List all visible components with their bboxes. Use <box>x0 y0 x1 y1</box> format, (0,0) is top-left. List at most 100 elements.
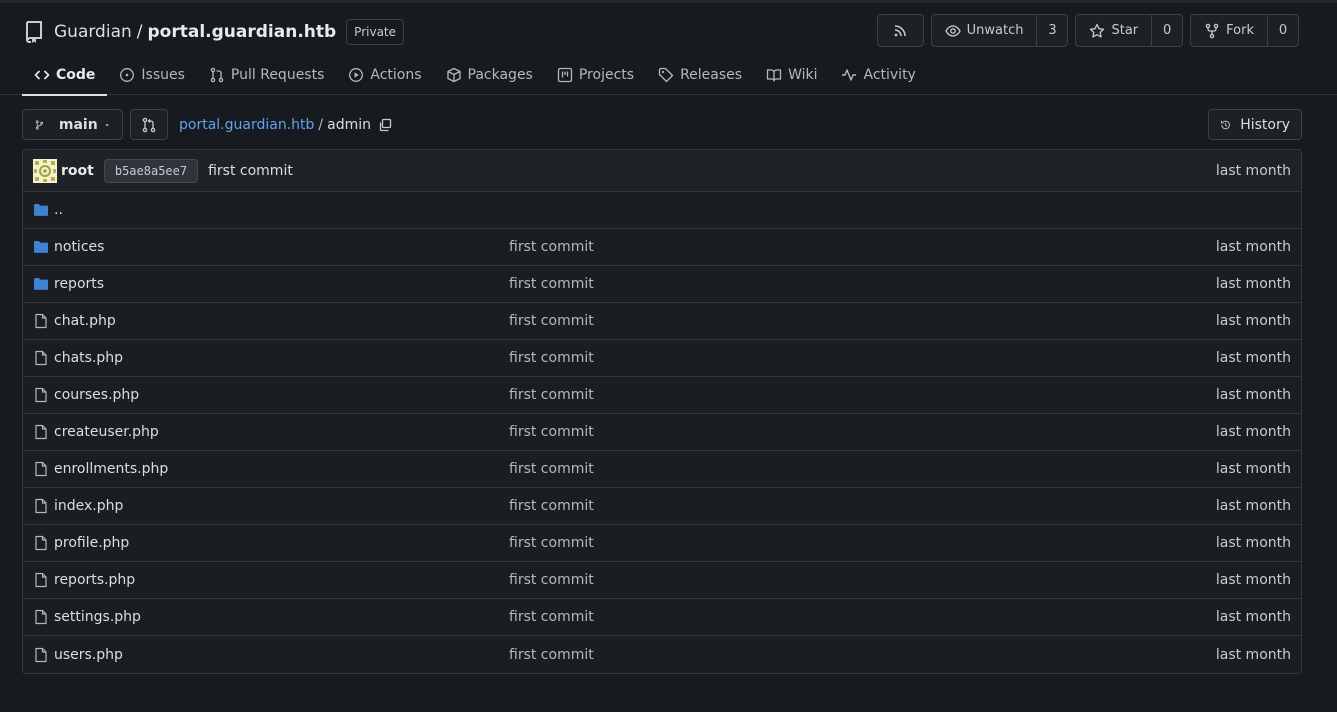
file-icon <box>33 313 49 329</box>
file-link[interactable]: profile.php <box>54 535 129 551</box>
folder-icon <box>33 276 49 292</box>
file-commit-message[interactable]: first commit <box>509 498 594 514</box>
folder-link[interactable]: notices <box>54 239 104 255</box>
project-icon <box>557 67 579 83</box>
tab-label: Code <box>56 67 96 83</box>
file-commit-time: last month <box>1215 424 1291 440</box>
file-commit-message[interactable]: first commit <box>509 535 594 551</box>
tab-actions[interactable]: Actions <box>336 55 433 95</box>
file-commit-message[interactable]: first commit <box>509 609 594 625</box>
avatar[interactable] <box>33 158 57 183</box>
file-commit-time: last month <box>1215 535 1291 551</box>
file-commit-message[interactable]: first commit <box>509 276 594 292</box>
compare-button[interactable] <box>130 109 168 140</box>
branch-name: main <box>58 116 98 133</box>
file-icon <box>33 387 49 403</box>
visibility-badge: Private <box>346 19 405 45</box>
unwatch-button[interactable]: Unwatch <box>932 15 1037 46</box>
file-row: profile.php first commit last month <box>23 525 1301 562</box>
file-commit-time: last month <box>1215 572 1291 588</box>
tab-code[interactable]: Code <box>22 55 108 96</box>
rss-button-inner <box>878 15 923 46</box>
file-link[interactable]: courses.php <box>54 387 139 403</box>
folder-link[interactable]: reports <box>54 276 104 292</box>
star-label: Star <box>1111 23 1139 38</box>
file-link[interactable]: createuser.php <box>54 424 159 440</box>
file-icon <box>33 572 49 588</box>
file-commit-message[interactable]: first commit <box>509 647 594 663</box>
eye-icon <box>944 24 961 37</box>
history-button[interactable]: History <box>1208 109 1302 140</box>
file-link[interactable]: reports.php <box>54 572 135 588</box>
stars-count[interactable]: 0 <box>1151 15 1182 46</box>
file-row: chat.php first commit last month <box>23 303 1301 340</box>
repo-owner-link[interactable]: Guardian <box>54 22 132 42</box>
tag-icon <box>658 67 680 83</box>
tab-issues[interactable]: Issues <box>107 55 197 95</box>
watchers-count[interactable]: 3 <box>1036 15 1067 46</box>
repo-name-link[interactable]: portal.guardian.htb <box>148 22 337 42</box>
fork-button-group: Fork 0 <box>1190 14 1299 47</box>
package-icon <box>446 67 468 83</box>
branch-selector[interactable]: main <box>22 109 123 140</box>
file-icon <box>33 350 49 366</box>
file-commit-message[interactable]: first commit <box>509 424 594 440</box>
tab-pull-requests[interactable]: Pull Requests <box>197 55 336 95</box>
file-link[interactable]: chat.php <box>54 313 116 329</box>
tab-activity[interactable]: Activity <box>829 55 927 95</box>
file-link[interactable]: settings.php <box>54 609 141 625</box>
watch-button-group: Unwatch 3 <box>930 14 1069 47</box>
commit-author[interactable]: root <box>61 163 94 179</box>
file-commit-message[interactable]: first commit <box>509 572 594 588</box>
file-commit-message[interactable]: first commit <box>509 461 594 477</box>
fork-icon <box>1205 23 1219 38</box>
book-icon <box>766 67 788 83</box>
file-icon <box>33 609 49 625</box>
file-row: settings.php first commit last month <box>23 599 1301 636</box>
commit-message[interactable]: first commit <box>208 163 293 179</box>
tab-label: Releases <box>680 67 743 83</box>
file-commit-time: last month <box>1215 239 1291 255</box>
parent-directory-row[interactable]: .. <box>23 192 1301 229</box>
file-link[interactable]: index.php <box>54 498 123 514</box>
file-commit-time: last month <box>1215 498 1291 514</box>
path-bar: main portal.guardian.htb / admin History <box>22 109 1302 140</box>
file-link[interactable]: chats.php <box>54 350 123 366</box>
breadcrumb-repo-link[interactable]: portal.guardian.htb <box>179 117 314 133</box>
file-commit-message[interactable]: first commit <box>509 387 594 403</box>
copy-icon[interactable] <box>378 118 392 132</box>
tab-wiki[interactable]: Wiki <box>754 55 829 95</box>
star-button[interactable]: Star <box>1076 15 1151 46</box>
chevron-down-icon <box>104 123 109 126</box>
file-commit-time: last month <box>1215 276 1291 292</box>
file-icon <box>33 424 49 440</box>
file-commit-message[interactable]: first commit <box>509 239 594 255</box>
pulse-icon <box>841 67 863 83</box>
file-row: enrollments.php first commit last month <box>23 451 1301 488</box>
repo-action-buttons: Unwatch 3 Star 0 Fork 0 <box>876 14 1299 47</box>
tab-label: Wiki <box>788 67 818 83</box>
commit-sha-badge[interactable]: b5ae8a5ee7 <box>103 158 199 183</box>
tab-projects[interactable]: Projects <box>545 55 646 95</box>
rss-feed-button[interactable] <box>876 14 924 47</box>
pull-request-icon <box>142 117 156 132</box>
tab-packages[interactable]: Packages <box>434 55 545 95</box>
tab-releases[interactable]: Releases <box>646 55 754 95</box>
tab-label: Activity <box>863 67 916 83</box>
folder-icon <box>33 239 49 255</box>
file-commit-time: last month <box>1215 461 1291 477</box>
history-icon <box>1220 120 1230 129</box>
file-link[interactable]: users.php <box>54 647 123 663</box>
forks-count[interactable]: 0 <box>1267 15 1298 46</box>
file-commit-message[interactable]: first commit <box>509 350 594 366</box>
star-icon <box>1090 23 1105 38</box>
file-row: reports first commit last month <box>23 266 1301 303</box>
file-link[interactable]: enrollments.php <box>54 461 168 477</box>
file-commit-message[interactable]: first commit <box>509 313 594 329</box>
star-button-group: Star 0 <box>1075 14 1184 47</box>
file-icon <box>33 461 49 477</box>
fork-button[interactable]: Fork <box>1191 15 1267 46</box>
parent-directory-link[interactable]: .. <box>54 202 63 218</box>
file-row: index.php first commit last month <box>23 488 1301 525</box>
tab-label: Actions <box>370 67 422 83</box>
